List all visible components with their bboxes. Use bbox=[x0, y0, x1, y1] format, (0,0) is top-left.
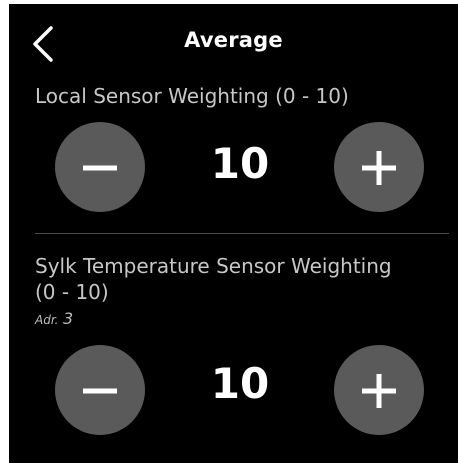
sylk-sensor-weighting-label-line1: Sylk Temperature Sensor Weighting bbox=[35, 254, 392, 278]
sylk-sensor-increment-button[interactable] bbox=[334, 345, 424, 435]
minus-icon bbox=[83, 165, 117, 171]
average-settings-screen: Average Local Sensor Weighting (0 - 10) … bbox=[9, 4, 458, 463]
plus-icon bbox=[362, 374, 396, 408]
address-value: 3 bbox=[62, 309, 74, 328]
sylk-sensor-decrement-button[interactable] bbox=[55, 345, 145, 435]
plus-icon bbox=[362, 151, 396, 185]
section-divider bbox=[35, 233, 449, 234]
address-prefix: Adr. bbox=[35, 313, 59, 327]
local-sensor-decrement-button[interactable] bbox=[55, 122, 145, 212]
page-title: Average bbox=[184, 28, 283, 52]
local-sensor-increment-button[interactable] bbox=[334, 122, 424, 212]
minus-icon bbox=[83, 388, 117, 394]
sylk-sensor-weighting-value: 10 bbox=[210, 359, 270, 408]
header: Average bbox=[9, 4, 458, 80]
local-sensor-weighting-label: Local Sensor Weighting (0 - 10) bbox=[35, 84, 349, 108]
local-sensor-weighting-value: 10 bbox=[210, 139, 270, 188]
sylk-sensor-weighting-label-line2: (0 - 10) bbox=[35, 280, 109, 304]
sylk-sensor-address: Adr. 3 bbox=[35, 309, 73, 328]
